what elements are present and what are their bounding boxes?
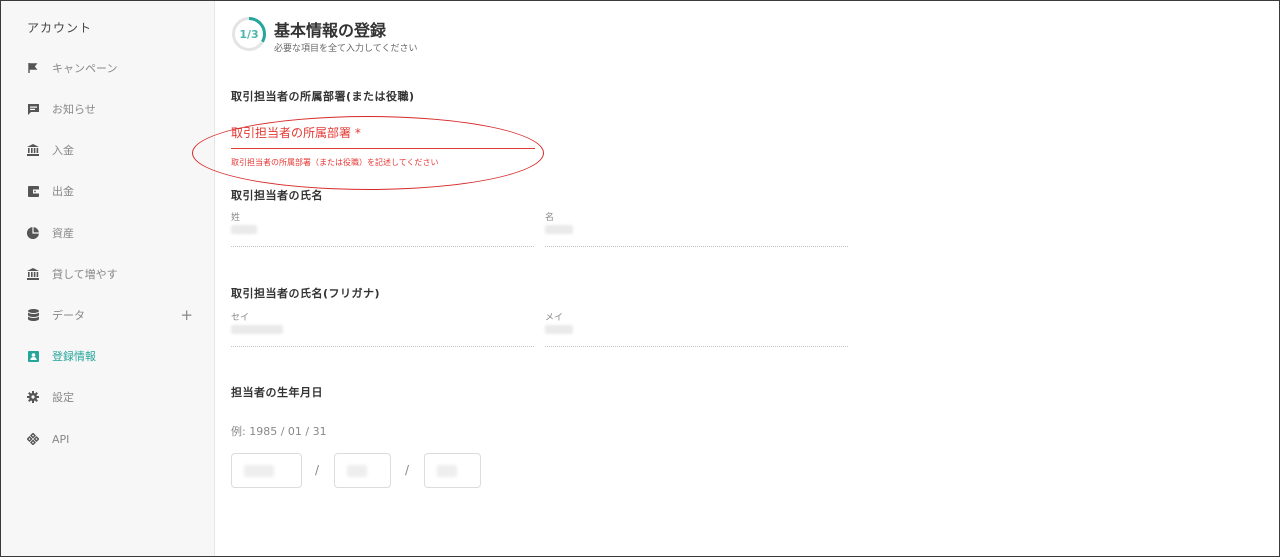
last-name-kana-value-redacted <box>231 325 283 334</box>
first-name-field[interactable]: 名 <box>545 210 848 250</box>
sidebar-item-registration[interactable]: 登録情報 <box>27 346 207 366</box>
sidebar-item-campaign[interactable]: キャンペーン <box>27 58 207 78</box>
last-name-kana-field[interactable]: セイ <box>231 310 534 350</box>
last-name-field[interactable]: 姓 <box>231 210 534 250</box>
sidebar-item-notices[interactable]: お知らせ <box>27 99 207 119</box>
name-section-label: 取引担当者の氏名 <box>231 189 323 202</box>
sidebar-item-label: お知らせ <box>52 103 96 116</box>
department-field-underline <box>231 148 535 149</box>
step-progress: 1/3 <box>231 16 267 52</box>
sidebar-item-label: 貸して増やす <box>52 268 118 281</box>
progress-label: 1/3 <box>239 27 259 41</box>
birthday-example: 例: 1985 / 01 / 31 <box>231 425 327 438</box>
department-section-label: 取引担当者の所属部署(または役職) <box>231 90 415 103</box>
id-card-icon <box>27 350 39 362</box>
first-name-label: 名 <box>545 213 555 223</box>
last-name-kana-underline <box>231 346 534 347</box>
birth-day-input[interactable] <box>424 453 481 488</box>
first-name-underline <box>545 246 848 247</box>
api-icon <box>27 433 39 445</box>
first-name-value-redacted <box>545 225 573 234</box>
sidebar-item-label: 資産 <box>52 227 74 240</box>
birthday-section-label: 担当者の生年月日 <box>231 386 323 399</box>
sidebar-item-lending[interactable]: 貸して増やす <box>27 264 207 284</box>
department-field[interactable]: 取引担当者の所属部署 * 取引担当者の所属部署（または役職）を記述してください <box>231 124 535 167</box>
last-name-value-redacted <box>231 225 257 234</box>
last-name-label: 姓 <box>231 213 241 223</box>
birth-day-value-redacted <box>437 465 457 477</box>
sidebar-item-label: 設定 <box>52 391 74 404</box>
department-error-text: 取引担当者の所属部署（または役職）を記述してください <box>231 158 439 167</box>
sidebar: アカウント キャンペーン お知らせ 入金 出金 資産 貸して増やす データ + … <box>1 1 215 556</box>
bank-icon <box>27 268 39 280</box>
page-title: 基本情報の登録 <box>274 21 387 40</box>
sidebar-item-assets[interactable]: 資産 <box>27 223 207 243</box>
date-separator: / <box>315 463 320 477</box>
birth-year-input[interactable] <box>231 453 302 488</box>
birth-month-input[interactable] <box>334 453 391 488</box>
kana-section-label: 取引担当者の氏名(フリガナ) <box>231 287 381 300</box>
sidebar-item-label: 出金 <box>52 185 74 198</box>
sidebar-title: アカウント <box>27 21 93 35</box>
gear-icon <box>27 391 39 403</box>
sidebar-item-label: キャンペーン <box>52 62 118 75</box>
sidebar-item-api[interactable]: API <box>27 429 207 449</box>
sidebar-item-label: 入金 <box>52 144 74 157</box>
database-icon <box>27 309 39 321</box>
department-field-label: 取引担当者の所属部署 * <box>231 126 361 140</box>
first-name-kana-field[interactable]: メイ <box>545 310 848 350</box>
birth-month-value-redacted <box>347 465 367 477</box>
last-name-underline <box>231 246 534 247</box>
sidebar-item-withdraw[interactable]: 出金 <box>27 181 207 201</box>
birth-year-value-redacted <box>244 465 274 477</box>
sidebar-item-label: API <box>52 432 70 446</box>
sidebar-item-label: 登録情報 <box>52 350 96 363</box>
last-name-kana-label: セイ <box>231 313 250 323</box>
date-separator: / <box>405 463 410 477</box>
flag-icon <box>27 62 39 74</box>
message-icon <box>27 103 39 115</box>
sidebar-item-settings[interactable]: 設定 <box>27 387 207 407</box>
first-name-kana-value-redacted <box>545 325 573 334</box>
page-subtitle: 必要な項目を全て入力してください <box>274 44 418 54</box>
pie-chart-icon <box>27 227 39 239</box>
first-name-kana-label: メイ <box>545 313 564 323</box>
first-name-kana-underline <box>545 346 848 347</box>
sidebar-item-data[interactable]: データ + <box>27 305 207 325</box>
bank-icon <box>27 144 39 156</box>
sidebar-item-deposit[interactable]: 入金 <box>27 140 207 160</box>
expand-plus-icon[interactable]: + <box>180 305 193 325</box>
wallet-icon <box>27 185 39 197</box>
sidebar-item-label: データ <box>52 309 85 322</box>
